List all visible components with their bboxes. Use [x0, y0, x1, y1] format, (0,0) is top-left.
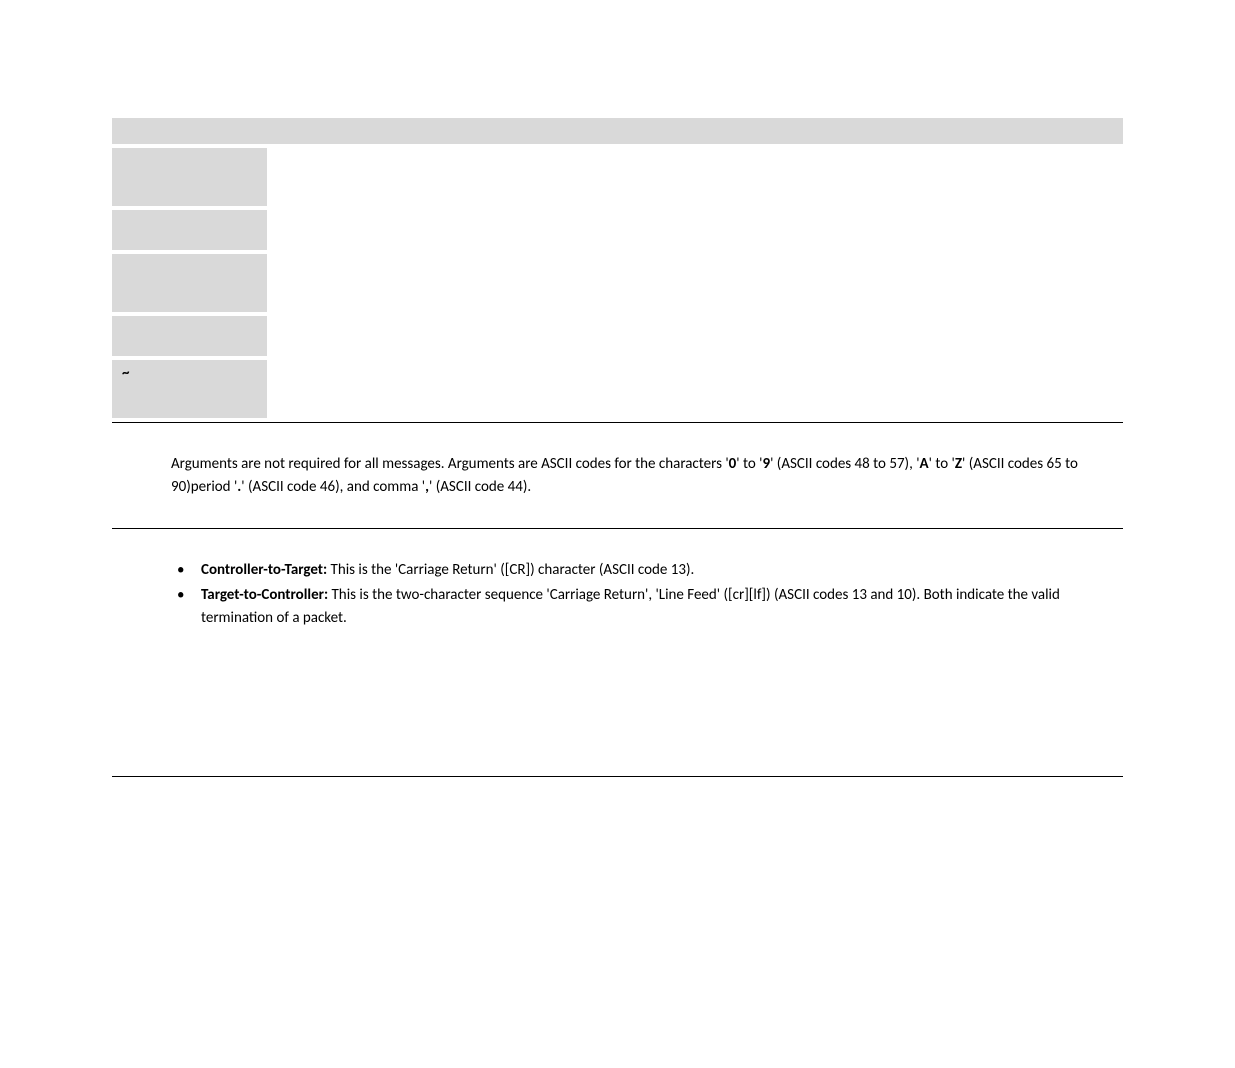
- para1-text-f: ' (ASCII code 46), and comma ': [241, 478, 425, 496]
- bullet2-text: This is the two-character sequence 'Carr…: [201, 586, 1060, 627]
- bullet1-text: This is the 'Carriage Return' ([CR]) cha…: [327, 561, 694, 579]
- identifier-table: ~: [112, 114, 1123, 422]
- para1-text-c: ' (ASCII codes 48 to 57), ': [770, 455, 919, 473]
- table-header-cell-2: [267, 118, 1123, 144]
- para1-text-d: ' to ': [929, 455, 955, 473]
- bullet-target-to-controller: Target-to-Controller: This is the two-ch…: [171, 584, 1123, 631]
- bullets-section: Controller-to-Target: This is the 'Carri…: [171, 559, 1123, 631]
- table-cell-r4c1: [112, 254, 267, 312]
- table-cell-r5c1: [112, 316, 267, 356]
- divider-1: [112, 422, 1123, 423]
- tilde-char: ~: [122, 364, 129, 382]
- table-cell-r4c2: [267, 254, 1123, 312]
- table-cell-r3c2: [267, 210, 1123, 250]
- table-header-cell-1: [112, 118, 267, 144]
- bullet-controller-to-target: Controller-to-Target: This is the 'Carri…: [171, 559, 1123, 582]
- para1-b4: Z: [955, 455, 962, 473]
- bullet2-label: Target-to-Controller:: [201, 586, 328, 604]
- para1-b2: 9: [762, 455, 770, 473]
- table-cell-r5c2: [267, 316, 1123, 356]
- para1-b3: A: [920, 455, 929, 473]
- table-cell-r2c1: [112, 148, 267, 206]
- table: ~: [112, 114, 1123, 422]
- arguments-paragraph: Arguments are not required for all messa…: [171, 453, 1123, 500]
- table-cell-r3c1: [112, 210, 267, 250]
- divider-3: [112, 776, 1123, 777]
- table-cell-r6c1: ~: [112, 360, 267, 418]
- table-cell-r6c2: [267, 360, 1123, 418]
- bullet1-label: Controller-to-Target:: [201, 561, 327, 579]
- para1-text-a: Arguments are not required for all messa…: [171, 455, 729, 473]
- para1-text-g: ' (ASCII code 44).: [429, 478, 531, 496]
- table-cell-r2c2: [267, 148, 1123, 206]
- para1-text-b: ' to ': [736, 455, 762, 473]
- divider-2: [112, 528, 1123, 529]
